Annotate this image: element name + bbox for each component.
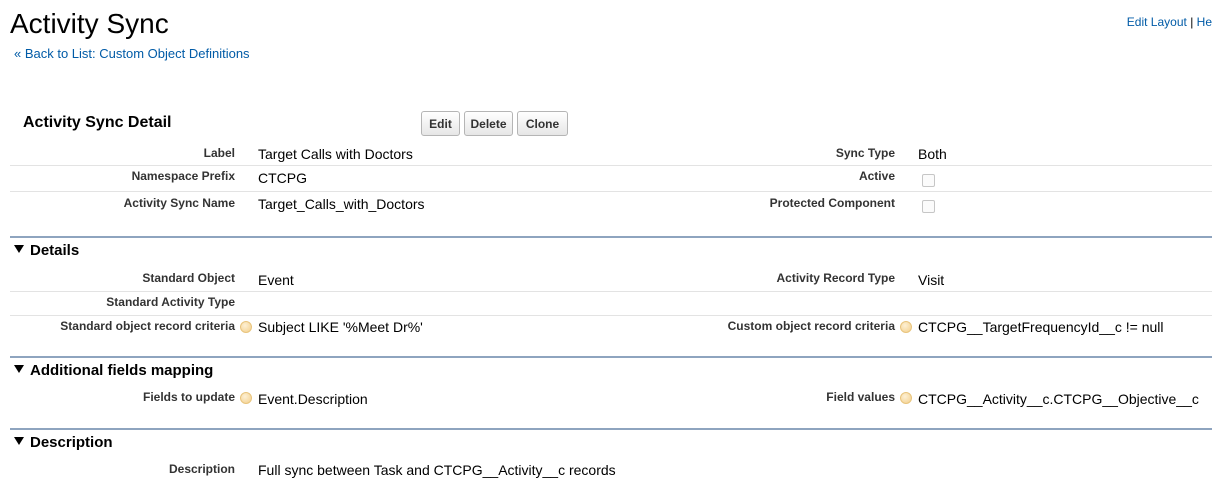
protected-component-checkbox (922, 200, 935, 213)
field-values-label: Field values (826, 390, 895, 404)
detail-button-bar: Edit Delete Clone (421, 111, 568, 136)
help-link[interactable]: He (1197, 15, 1212, 29)
fields-to-update-label: Fields to update (142, 390, 235, 404)
namespace-prefix-label: Namespace Prefix (131, 169, 235, 183)
custom-object-record-criteria-value: CTCPG__TargetFrequencyId__c != null (918, 319, 1164, 335)
activity-sync-name-value: Target_Calls_with_Doctors (258, 196, 425, 212)
description-section-title: Description (30, 434, 113, 451)
standard-activity-type-label: Standard Activity Type (106, 295, 235, 309)
description-label: Description (168, 462, 235, 476)
details-row-standard-object: Standard Object Event Activity Record Ty… (10, 266, 1212, 292)
help-icon[interactable] (240, 392, 252, 404)
namespace-prefix-value: CTCPG (258, 170, 307, 186)
label-field-label: Label (203, 146, 235, 160)
collapse-triangle-icon[interactable] (14, 365, 24, 373)
detail-row-namespace: Namespace Prefix CTCPG Active (10, 166, 1212, 192)
detail-section-title: Activity Sync Detail (23, 114, 172, 131)
sync-type-value: Both (918, 146, 947, 162)
standard-object-record-criteria-label: Standard object record criteria (60, 319, 235, 333)
standard-object-record-criteria-value: Subject LIKE '%Meet Dr%' (258, 319, 423, 335)
top-links-separator: | (1190, 15, 1194, 29)
standard-object-value: Event (258, 272, 294, 288)
active-label: Active (858, 169, 895, 183)
custom-object-record-criteria-label: Custom object record criteria (727, 319, 895, 333)
fields-to-update-value: Event.Description (258, 391, 368, 407)
details-row-criteria: Standard object record criteria Subject … (10, 316, 1212, 342)
delete-button[interactable]: Delete (464, 111, 513, 136)
collapse-triangle-icon[interactable] (14, 437, 24, 445)
details-row-standard-activity-type: Standard Activity Type (10, 292, 1212, 316)
detail-row-sync-name: Activity Sync Name Target_Calls_with_Doc… (10, 192, 1212, 218)
description-row: Description Full sync between Task and C… (10, 458, 1212, 484)
standard-object-label: Standard Object (142, 271, 235, 285)
back-to-list-link[interactable]: « Back to List: Custom Object Definition… (14, 46, 250, 61)
help-icon[interactable] (900, 392, 912, 404)
activity-record-type-label: Activity Record Type (776, 271, 895, 285)
detail-row-label: Label Target Calls with Doctors Sync Typ… (10, 142, 1212, 166)
sync-type-label: Sync Type (835, 146, 895, 160)
top-links: Edit Layout | He (1127, 15, 1212, 29)
mapping-row: Fields to update Event.Description Field… (10, 387, 1212, 413)
details-section-title: Details (30, 242, 80, 259)
details-section-header[interactable]: Details (10, 236, 1212, 259)
active-checkbox (922, 174, 935, 187)
activity-sync-name-label: Activity Sync Name (123, 196, 235, 210)
additional-fields-mapping-section-header[interactable]: Additional fields mapping (10, 356, 1212, 379)
protected-component-label: Protected Component (769, 196, 895, 210)
description-value: Full sync between Task and CTCPG__Activi… (258, 462, 616, 478)
label-field-value: Target Calls with Doctors (258, 146, 413, 162)
collapse-triangle-icon[interactable] (14, 245, 24, 253)
help-icon[interactable] (240, 321, 252, 333)
additional-fields-mapping-section-title: Additional fields mapping (30, 362, 214, 379)
description-section-header[interactable]: Description (10, 428, 1212, 451)
edit-layout-link[interactable]: Edit Layout (1127, 15, 1187, 29)
field-values-value: CTCPG__Activity__c.CTCPG__Objective__c (918, 391, 1199, 407)
activity-record-type-value: Visit (918, 272, 945, 288)
page-title: Activity Sync (10, 8, 169, 39)
clone-button[interactable]: Clone (517, 111, 568, 136)
edit-button[interactable]: Edit (421, 111, 460, 136)
help-icon[interactable] (900, 321, 912, 333)
